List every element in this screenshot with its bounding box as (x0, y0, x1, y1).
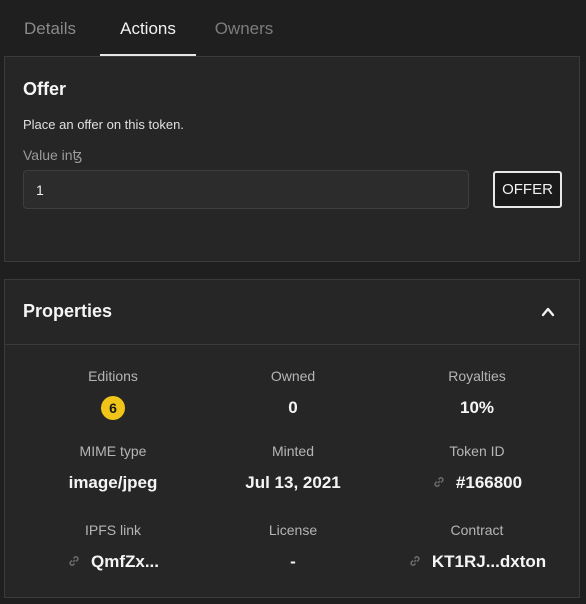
properties-card: Properties Editions 6 Owned 0 Royalties … (4, 279, 580, 598)
property-royalties: Royalties 10% (382, 366, 572, 419)
link-icon (69, 556, 79, 566)
property-label: Minted (271, 443, 315, 459)
property-mime-type: MIME type image/jpeg (18, 441, 208, 494)
property-owned: Owned 0 (198, 366, 388, 419)
token-id-value: #166800 (455, 473, 523, 492)
offer-card: Offer Place an offer on this token. Valu… (4, 56, 580, 262)
property-label: IPFS link (84, 522, 141, 538)
property-label: MIME type (79, 443, 147, 459)
property-value: image/jpeg (68, 473, 158, 492)
property-ipfs-link: IPFS link QmfZx... (18, 520, 208, 573)
property-license: License - (198, 520, 388, 573)
offer-description: Place an offer on this token. (23, 117, 184, 132)
token-id-link[interactable]: #166800 (382, 472, 572, 494)
value-label: Value inꜩ (23, 147, 83, 163)
property-label: Token ID (449, 443, 505, 459)
property-label: Contract (450, 522, 504, 538)
property-value: - (290, 552, 296, 571)
contract-link[interactable]: KT1RJ...dxton (382, 551, 572, 573)
editions-badge: 6 (101, 396, 125, 420)
property-value-wrap: 6 (18, 396, 208, 420)
property-token-id: Token ID #166800 (382, 441, 572, 494)
chevron-up-icon[interactable] (541, 305, 555, 319)
property-minted: Minted Jul 13, 2021 (198, 441, 388, 494)
property-value: 10% (459, 398, 495, 417)
token-page: Details Actions Owners Offer Place an of… (0, 0, 586, 604)
property-label: Editions (88, 368, 138, 384)
properties-title: Properties (23, 301, 113, 321)
tab-details[interactable]: Details (0, 0, 100, 56)
tab-bar: Details Actions Owners (0, 0, 586, 56)
offer-title: Offer (23, 79, 67, 99)
property-label: Royalties (448, 368, 506, 384)
property-label: License (268, 522, 318, 538)
link-icon (410, 556, 420, 566)
offer-value-input[interactable] (23, 170, 469, 209)
properties-header[interactable]: Properties (5, 280, 579, 345)
link-icon (434, 477, 444, 487)
property-contract: Contract KT1RJ...dxton (382, 520, 572, 573)
property-value: Jul 13, 2021 (245, 473, 341, 492)
ipfs-link-value: QmfZx... (90, 552, 159, 571)
tab-actions[interactable]: Actions (100, 0, 196, 56)
ipfs-link[interactable]: QmfZx... (18, 551, 208, 573)
property-editions: Editions 6 (18, 366, 208, 420)
property-label: Owned (270, 368, 316, 384)
tab-owners[interactable]: Owners (196, 0, 292, 56)
property-value: 0 (288, 398, 298, 417)
offer-button[interactable]: OFFER (493, 171, 562, 208)
contract-value: KT1RJ...dxton (431, 552, 547, 571)
